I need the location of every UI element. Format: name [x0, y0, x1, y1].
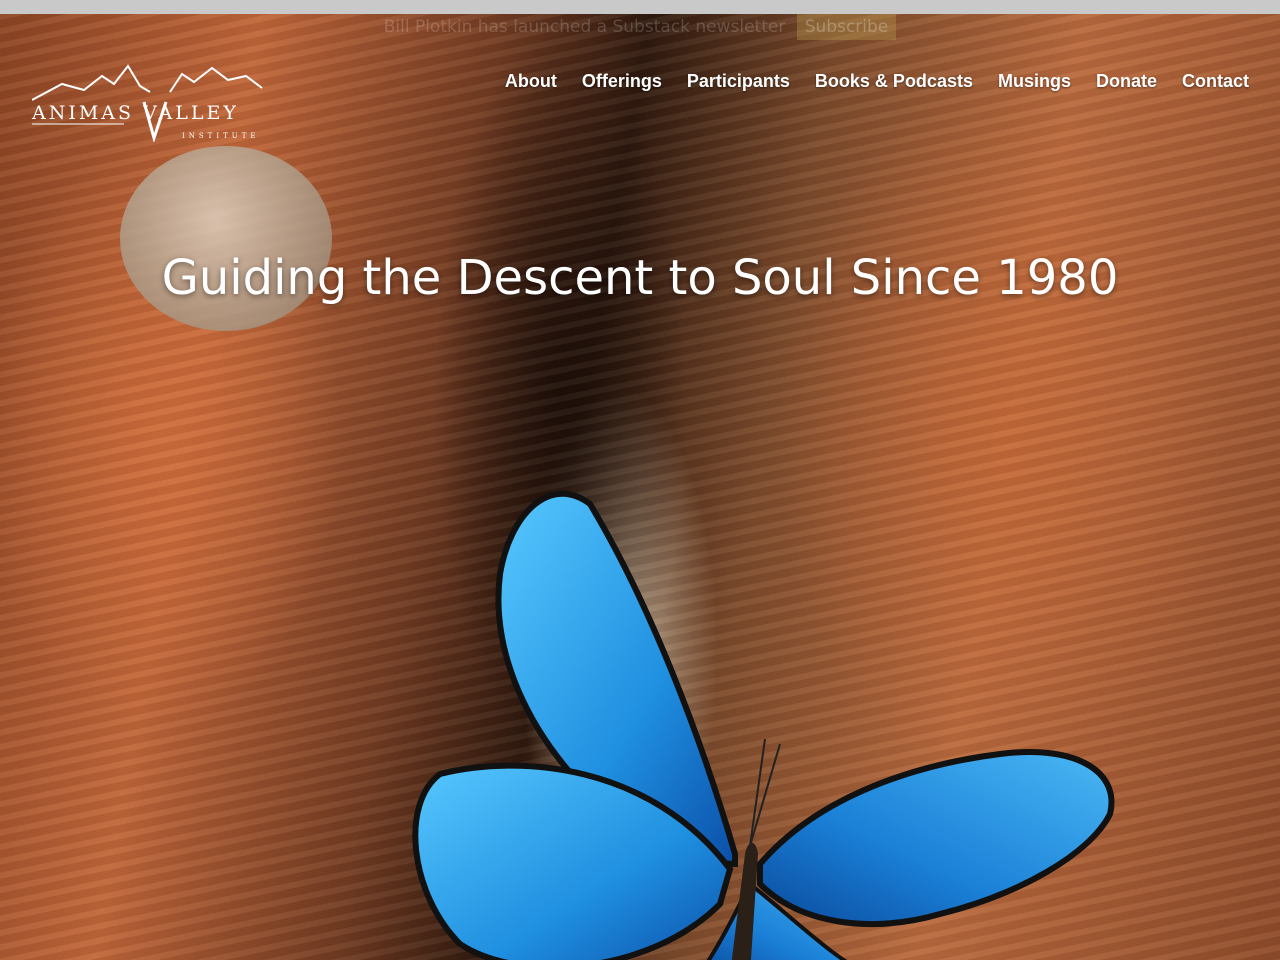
logo-wordmark: ANIMAS VALLEY: [32, 102, 239, 124]
nav-donate[interactable]: Donate: [1096, 71, 1157, 92]
browser-top-strip: [0, 0, 1280, 14]
hero-headline: Guiding the Descent to Soul Since 1980: [161, 250, 1119, 306]
main-nav: About Offerings Participants Books & Pod…: [505, 71, 1249, 92]
nav-books-podcasts[interactable]: Books & Podcasts: [815, 71, 973, 92]
nav-musings[interactable]: Musings: [998, 71, 1071, 92]
hero-background: Bill Plotkin has launched a Substack new…: [0, 14, 1280, 960]
nav-participants[interactable]: Participants: [687, 71, 790, 92]
site-logo[interactable]: ANIMAS VALLEY INSTITUTE: [32, 62, 272, 142]
announcement-banner: Bill Plotkin has launched a Substack new…: [0, 14, 1280, 40]
logo-subtitle: INSTITUTE: [182, 132, 260, 140]
butterfly-image: [412, 490, 1115, 960]
announcement-text: Bill Plotkin has launched a Substack new…: [383, 17, 786, 37]
nav-about[interactable]: About: [505, 71, 557, 92]
subscribe-button[interactable]: Subscribe: [796, 14, 897, 40]
nav-contact[interactable]: Contact: [1182, 71, 1249, 92]
nav-offerings[interactable]: Offerings: [582, 71, 662, 92]
